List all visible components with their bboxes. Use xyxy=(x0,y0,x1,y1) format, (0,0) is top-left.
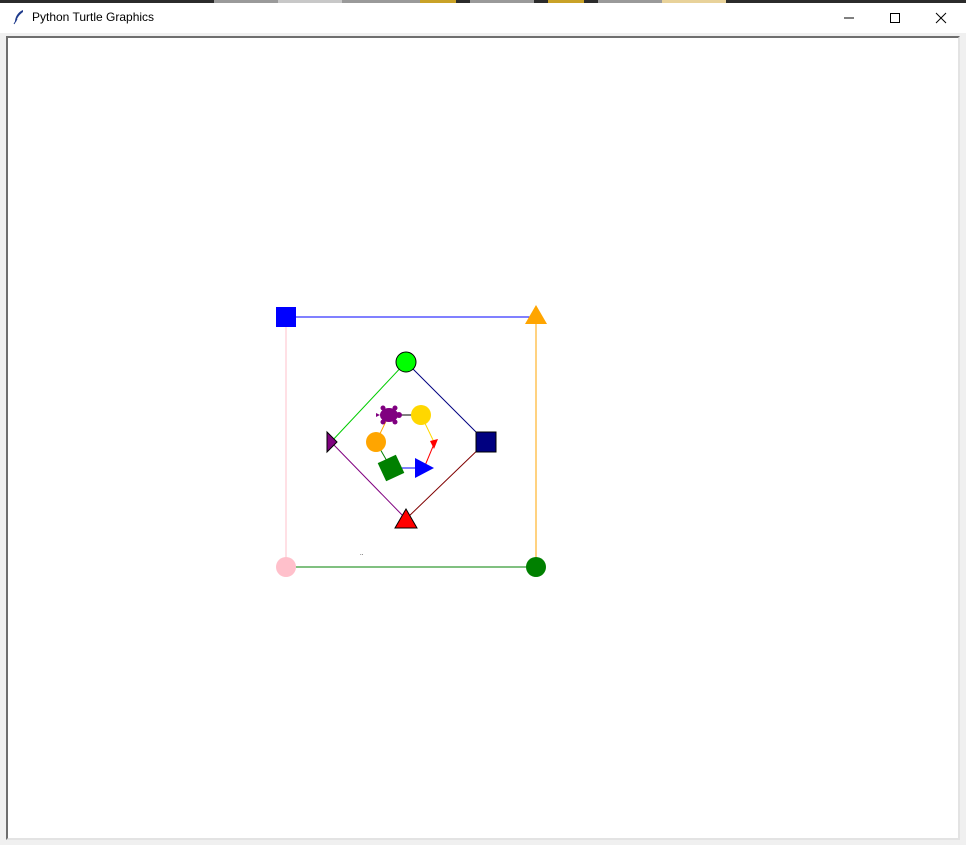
inner-blue-triangle xyxy=(415,458,434,478)
outer-top-left-square xyxy=(276,307,296,327)
outer-bottom-left-circle xyxy=(276,557,296,577)
turtle-window: Python Turtle Graphics .. xyxy=(0,0,966,845)
close-icon xyxy=(935,12,947,24)
turtle-canvas-frame: .. xyxy=(6,36,960,840)
inner-red-arrow xyxy=(430,439,438,449)
maximize-button[interactable] xyxy=(872,3,918,33)
inner-turtle-shape xyxy=(376,405,402,425)
window-title: Python Turtle Graphics xyxy=(32,10,155,24)
diamond-top-circle xyxy=(395,351,417,373)
title-bar[interactable]: Python Turtle Graphics xyxy=(0,3,966,33)
minimize-button[interactable] xyxy=(826,3,872,33)
close-button[interactable] xyxy=(918,3,964,33)
inner-yellow-circle xyxy=(411,405,431,425)
canvas-dot-label: .. xyxy=(360,551,364,557)
outer-top-right-triangle xyxy=(525,305,547,324)
turtle-canvas[interactable]: .. xyxy=(8,38,958,838)
inner-orange-circle xyxy=(366,432,386,452)
inner-green-square xyxy=(377,454,405,482)
outer-bottom-right-circle xyxy=(526,557,546,577)
diamond-right-square xyxy=(475,431,497,453)
minimize-icon xyxy=(844,17,854,19)
maximize-icon xyxy=(890,13,900,23)
diamond-red-line xyxy=(405,441,487,520)
diamond-navy-line xyxy=(405,361,487,443)
diamond-left-arrow xyxy=(326,430,338,454)
feather-icon xyxy=(13,10,23,25)
diamond-purple-line xyxy=(330,441,407,520)
diamond-green-line xyxy=(330,361,407,443)
